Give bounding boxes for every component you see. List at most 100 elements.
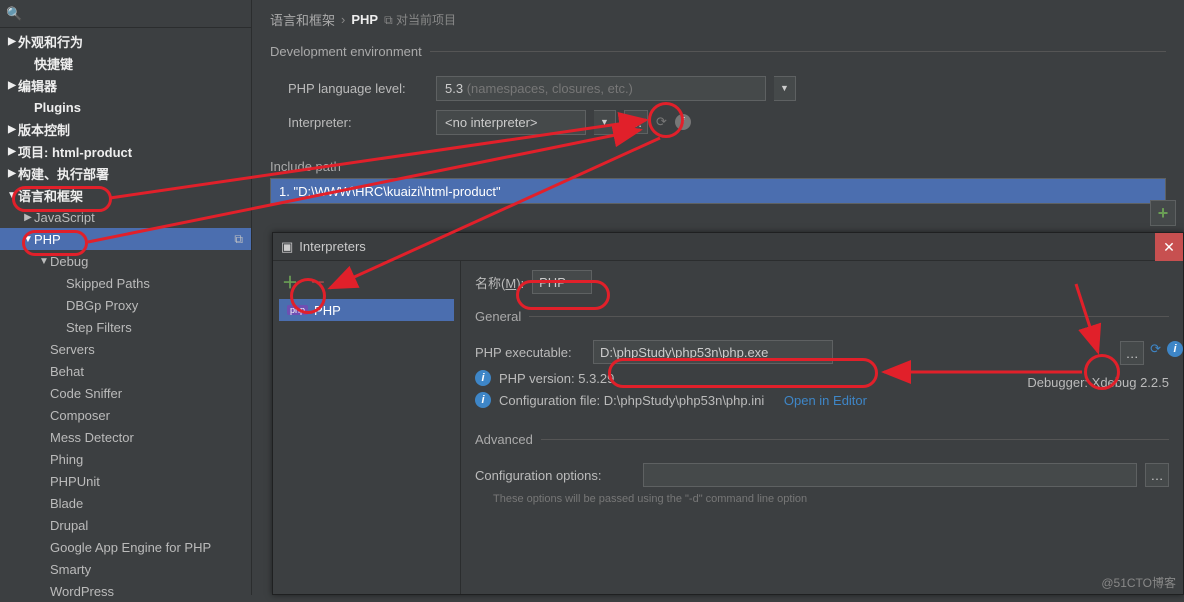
sidebar-item[interactable]: Composer xyxy=(0,404,251,426)
sidebar-item-label: Servers xyxy=(50,342,95,357)
sidebar-item[interactable]: ▶构建、执行部署 xyxy=(0,162,251,184)
interpreter-list-panel: ＋ － ⧉ php PHP xyxy=(273,261,461,594)
name-input[interactable] xyxy=(532,270,592,294)
sidebar-item[interactable]: WordPress xyxy=(0,580,251,602)
caret-icon: ▼ xyxy=(38,256,50,267)
interpreter-label: Interpreter: xyxy=(288,115,428,130)
sidebar-item-label: 项目: html-product xyxy=(18,142,132,161)
debugger-text: Debugger: Xdebug 2.2.5 xyxy=(1027,375,1169,390)
sidebar-item[interactable]: Servers xyxy=(0,338,251,360)
sidebar-item-label: Behat xyxy=(50,364,84,379)
add-include-path-button[interactable]: + xyxy=(1150,200,1176,226)
sidebar-item-label: Drupal xyxy=(50,518,88,533)
reload-icon[interactable]: ⟳ xyxy=(656,114,667,130)
sidebar-item[interactable]: ▶外观和行为 xyxy=(0,30,251,52)
sidebar-item[interactable]: ▶JavaScript xyxy=(0,206,251,228)
interpreter-value: <no interpreter> xyxy=(445,115,538,130)
sidebar-item[interactable]: Plugins xyxy=(0,96,251,118)
lang-level-select[interactable]: 5.3 (namespaces, closures, etc.) xyxy=(436,76,766,101)
sidebar-item-label: 外观和行为 xyxy=(18,32,83,51)
cfg-options-input[interactable] xyxy=(643,463,1137,487)
caret-icon: ▼ xyxy=(6,190,18,201)
category-tree: ▶外观和行为快捷键▶编辑器Plugins▶版本控制▶项目: html-produ… xyxy=(0,28,251,602)
dialog-titlebar[interactable]: ▣ Interpreters ✕ xyxy=(273,233,1183,261)
caret-icon: ▶ xyxy=(6,146,18,157)
sidebar-item[interactable]: DBGp Proxy xyxy=(0,294,251,316)
sidebar-item-label: Blade xyxy=(50,496,83,511)
sidebar-item[interactable]: ▼语言和框架 xyxy=(0,184,251,206)
general-group: General PHP executable: … ⟳ i i PHP vers… xyxy=(475,309,1169,414)
caret-icon: ▶ xyxy=(6,36,18,47)
sidebar-item[interactable]: ▶项目: html-product xyxy=(0,140,251,162)
sidebar-item-label: DBGp Proxy xyxy=(66,298,138,313)
lang-level-value: 5.3 xyxy=(445,81,463,96)
interpreters-dialog: ▣ Interpreters ✕ ＋ － ⧉ php PHP 名称(M): Ge… xyxy=(272,232,1184,595)
sidebar-item[interactable]: Google App Engine for PHP xyxy=(0,536,251,558)
sidebar-item[interactable]: ▶编辑器 xyxy=(0,74,251,96)
cfg-options-hint: These options will be passed using the "… xyxy=(493,493,1169,505)
sidebar-item-label: Mess Detector xyxy=(50,430,134,445)
search-input[interactable] xyxy=(26,6,245,21)
sidebar-item-label: Plugins xyxy=(34,100,81,115)
remove-interpreter-button[interactable]: － xyxy=(307,270,329,292)
interpreter-browse-button[interactable]: … xyxy=(624,110,648,134)
sidebar-item[interactable]: Step Filters xyxy=(0,316,251,338)
caret-icon: ▼ xyxy=(22,234,34,245)
crumb-category: 语言和框架 xyxy=(270,10,335,29)
sidebar-item[interactable]: ▶版本控制 xyxy=(0,118,251,140)
sidebar-item[interactable]: Blade xyxy=(0,492,251,514)
search-wrap: 🔍 xyxy=(0,0,251,28)
php-exe-browse-button[interactable]: … xyxy=(1120,341,1144,365)
info-icon[interactable]: i xyxy=(675,114,691,130)
info-icon[interactable]: i xyxy=(1167,341,1183,357)
sidebar-item[interactable]: PHPUnit xyxy=(0,470,251,492)
dialog-app-icon: ▣ xyxy=(281,239,293,255)
php-exe-input[interactable] xyxy=(593,340,833,364)
main-panel: 语言和框架 › PHP ⧉ 对当前项目 Development environm… xyxy=(252,0,1176,228)
sidebar-item[interactable]: Smarty xyxy=(0,558,251,580)
include-path-row[interactable]: 1. "D:\WWW\HRC\kuaizi\html-product" xyxy=(270,178,1166,204)
sidebar-item-label: Code Sniffer xyxy=(50,386,122,401)
sidebar-item[interactable]: Mess Detector xyxy=(0,426,251,448)
lang-level-arrow-icon[interactable]: ▼ xyxy=(774,76,796,101)
sidebar-item[interactable]: Phing xyxy=(0,448,251,470)
sidebar-item[interactable]: Drupal xyxy=(0,514,251,536)
sidebar-item[interactable]: 快捷键 xyxy=(0,52,251,74)
sidebar-item-label: Step Filters xyxy=(66,320,132,335)
cfg-options-browse-button[interactable]: … xyxy=(1145,463,1169,487)
interpreter-select[interactable]: <no interpreter> xyxy=(436,110,586,135)
php-badge-icon: php xyxy=(287,305,308,315)
dev-env-legend: Development environment xyxy=(270,44,430,59)
close-button[interactable]: ✕ xyxy=(1155,233,1183,261)
settings-sidebar: 🔍 ▶外观和行为快捷键▶编辑器Plugins▶版本控制▶项目: html-pro… xyxy=(0,0,252,595)
advanced-group: Advanced Configuration options: … These … xyxy=(475,432,1169,505)
sidebar-item-label: Google App Engine for PHP xyxy=(50,540,211,555)
advanced-legend: Advanced xyxy=(475,432,541,447)
sidebar-item-label: 构建、执行部署 xyxy=(18,164,109,183)
sidebar-item-label: 语言和框架 xyxy=(18,186,83,205)
sidebar-item-label: JavaScript xyxy=(34,210,95,225)
search-icon: 🔍 xyxy=(6,6,22,22)
open-in-editor-link[interactable]: Open in Editor xyxy=(784,393,867,408)
info-icon: i xyxy=(475,392,491,408)
lang-level-hint: (namespaces, closures, etc.) xyxy=(467,81,633,96)
sidebar-item[interactable]: ▼PHP⧉ xyxy=(0,228,251,250)
sidebar-item[interactable]: Code Sniffer xyxy=(0,382,251,404)
watermark: @51CTO博客 xyxy=(1101,574,1176,591)
php-exe-label: PHP executable: xyxy=(475,345,585,360)
sidebar-item[interactable]: Behat xyxy=(0,360,251,382)
config-file-text: Configuration file: D:\phpStudy\php53n\p… xyxy=(499,393,764,408)
interpreter-arrow-icon[interactable]: ▼ xyxy=(594,110,616,135)
sidebar-item[interactable]: Skipped Paths xyxy=(0,272,251,294)
sidebar-item-label: WordPress xyxy=(50,584,114,599)
info-icon: i xyxy=(475,370,491,386)
add-interpreter-button[interactable]: ＋ xyxy=(279,270,301,292)
copy-interpreter-button[interactable]: ⧉ xyxy=(335,270,357,292)
reload-icon[interactable]: ⟳ xyxy=(1150,341,1161,365)
crumb-page: PHP xyxy=(351,12,378,27)
crumb-tag: ⧉ 对当前项目 xyxy=(384,11,456,28)
sidebar-item[interactable]: ▼Debug xyxy=(0,250,251,272)
sidebar-item-label: 版本控制 xyxy=(18,120,70,139)
interpreter-list-item[interactable]: php PHP xyxy=(279,299,454,321)
sidebar-item-label: Smarty xyxy=(50,562,91,577)
